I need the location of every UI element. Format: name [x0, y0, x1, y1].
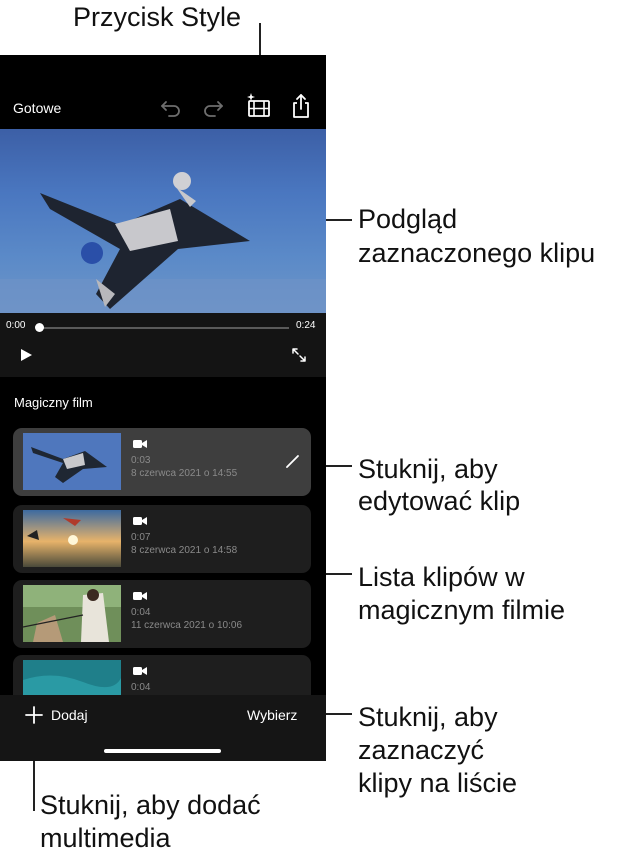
video-camera-icon	[133, 667, 147, 675]
clip-thumbnail	[23, 510, 121, 567]
clip-date: 8 czerwca 2021 o 14:58	[131, 545, 238, 556]
callout-edit-line2: edytować klip	[358, 486, 521, 516]
callout-select-line1: Stuknij, aby	[358, 702, 498, 732]
section-title: Magiczny film	[14, 395, 93, 410]
clip-duration: 0:07	[131, 532, 151, 543]
clip-duration: 0:04	[131, 607, 151, 618]
leader-line-preview	[324, 219, 352, 221]
player-controls: 0:00 0:24	[0, 313, 326, 377]
callout-add-line1: Stuknij, aby dodać	[40, 790, 261, 820]
callout-preview-line2: zaznaczonego klipu	[358, 238, 596, 268]
callout-edit-line1: Stuknij, aby	[358, 454, 498, 484]
callout-list-line1: Lista klipów w	[358, 562, 525, 592]
callout-style-button: Przycisk Style	[73, 2, 242, 32]
play-icon[interactable]	[20, 348, 33, 362]
style-icon[interactable]	[245, 92, 273, 120]
callout-list-line2: magicznym filmie	[358, 595, 566, 625]
clip-thumbnail	[23, 433, 121, 490]
add-button[interactable]: Dodaj	[51, 707, 88, 723]
clip-duration: 0:04	[131, 682, 151, 693]
callout-preview-line1: Podgląd	[358, 204, 458, 234]
undo-icon[interactable]	[157, 92, 185, 120]
skydiver-image	[0, 172, 326, 313]
video-camera-icon	[133, 440, 147, 448]
clip-preview[interactable]	[0, 129, 326, 313]
home-indicator	[104, 749, 221, 753]
clip-date: 8 czerwca 2021 o 14:55	[131, 468, 238, 479]
callout-add-line2: multimedia	[40, 823, 171, 853]
done-button[interactable]: Gotowe	[13, 100, 61, 116]
total-time: 0:24	[296, 320, 316, 331]
redo-icon[interactable]	[199, 92, 227, 120]
top-toolbar: Gotowe	[0, 55, 326, 129]
callout-select-line3: klipy na liście	[358, 768, 518, 798]
clip-row[interactable]: 0:07 8 czerwca 2021 o 14:58	[13, 505, 311, 573]
current-time: 0:00	[6, 320, 26, 331]
clip-row[interactable]: 0:04 11 czerwca 2021 o 10:06	[13, 580, 311, 648]
share-icon[interactable]	[287, 92, 315, 120]
scrubber-track[interactable]	[39, 327, 289, 329]
pencil-icon[interactable]	[283, 451, 303, 471]
scrubber-knob[interactable]	[35, 323, 44, 332]
video-camera-icon	[133, 592, 147, 600]
clip-date: 11 czerwca 2021 o 10:06	[131, 620, 243, 631]
clip-row[interactable]: 0:03 8 czerwca 2021 o 14:55	[13, 428, 311, 496]
phone-screen: Gotowe 0:00 0:24 Magiczny film 0:03 8 cz…	[0, 55, 326, 761]
plus-icon[interactable]	[24, 705, 44, 725]
callout-select-line2: zaznaczyć	[358, 735, 485, 765]
clip-duration: 0:03	[131, 455, 151, 466]
clip-thumbnail	[23, 585, 121, 642]
video-camera-icon	[133, 517, 147, 525]
select-button[interactable]: Wybierz	[247, 707, 297, 723]
bottom-toolbar: Dodaj Wybierz	[0, 695, 326, 761]
expand-icon[interactable]	[291, 347, 307, 363]
